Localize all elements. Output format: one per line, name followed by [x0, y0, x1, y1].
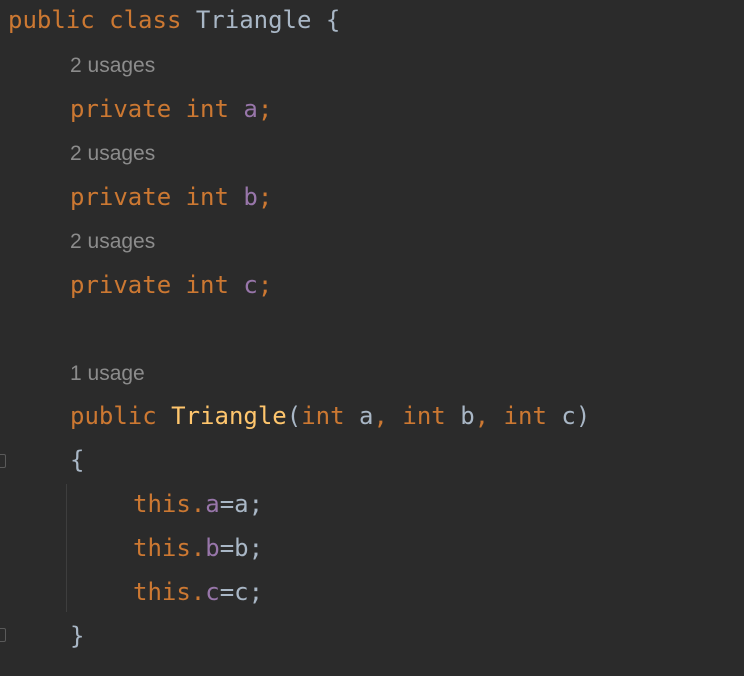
- close-brace: }: [70, 622, 85, 650]
- type-int: int: [185, 95, 229, 123]
- keyword-class: class: [109, 6, 182, 34]
- class-open-brace: {: [325, 6, 341, 34]
- class-declaration-line[interactable]: public class Triangle {: [8, 2, 340, 38]
- keyword-this: this: [133, 534, 191, 562]
- comma: ,: [474, 402, 504, 430]
- field-b-line[interactable]: private int b;: [0, 179, 272, 215]
- field-a-line[interactable]: private int a;: [0, 91, 272, 127]
- constructor-close-brace-line[interactable]: }: [0, 618, 84, 654]
- param-type-int: int: [402, 402, 446, 430]
- param-name-b: b: [460, 402, 475, 430]
- body-line-c[interactable]: this.c=c;: [0, 574, 263, 610]
- usages-hint-field-a[interactable]: 2 usages: [70, 51, 155, 81]
- field-ref-a: a: [205, 490, 220, 518]
- dot: .: [190, 534, 206, 562]
- type-int: int: [185, 271, 229, 299]
- param-name-a: a: [359, 402, 374, 430]
- assignment-c: =c;: [219, 578, 264, 606]
- assignment-b: =b;: [219, 534, 264, 562]
- open-brace: {: [70, 446, 85, 474]
- code-editor[interactable]: public class Triangle { 2 usages private…: [0, 0, 744, 676]
- keyword-private: private: [70, 271, 172, 299]
- param-type-int: int: [301, 402, 345, 430]
- dot: .: [190, 490, 206, 518]
- comma: ,: [373, 402, 403, 430]
- usages-hint-constructor[interactable]: 1 usage: [70, 359, 145, 389]
- semicolon: ;: [257, 95, 273, 123]
- field-ref-c: c: [205, 578, 220, 606]
- keyword-private: private: [70, 183, 172, 211]
- field-name-c: c: [243, 271, 258, 299]
- assignment-a: =a;: [219, 490, 264, 518]
- body-line-a[interactable]: this.a=a;: [0, 486, 263, 522]
- constructor-name: Triangle: [171, 402, 287, 430]
- type-int: int: [185, 183, 229, 211]
- constructor-open-brace-line[interactable]: {: [0, 442, 84, 478]
- semicolon: ;: [257, 183, 273, 211]
- keyword-this: this: [133, 490, 191, 518]
- dot: .: [190, 578, 206, 606]
- class-name: Triangle: [195, 6, 312, 34]
- close-paren: ): [575, 402, 591, 430]
- keyword-public: public: [8, 6, 95, 34]
- keyword-this: this: [133, 578, 191, 606]
- field-name-b: b: [243, 183, 258, 211]
- field-name-a: a: [243, 95, 258, 123]
- field-ref-b: b: [205, 534, 220, 562]
- keyword-private: private: [70, 95, 172, 123]
- body-line-b[interactable]: this.b=b;: [0, 530, 263, 566]
- open-paren: (: [286, 402, 302, 430]
- keyword-public: public: [70, 402, 157, 430]
- usages-hint-field-c[interactable]: 2 usages: [70, 227, 155, 257]
- field-c-line[interactable]: private int c;: [0, 267, 272, 303]
- semicolon: ;: [257, 271, 273, 299]
- param-type-int: int: [503, 402, 547, 430]
- constructor-declaration-line[interactable]: public Triangle(int a, int b, int c): [0, 398, 590, 434]
- usages-hint-field-b[interactable]: 2 usages: [70, 139, 155, 169]
- param-name-c: c: [561, 402, 576, 430]
